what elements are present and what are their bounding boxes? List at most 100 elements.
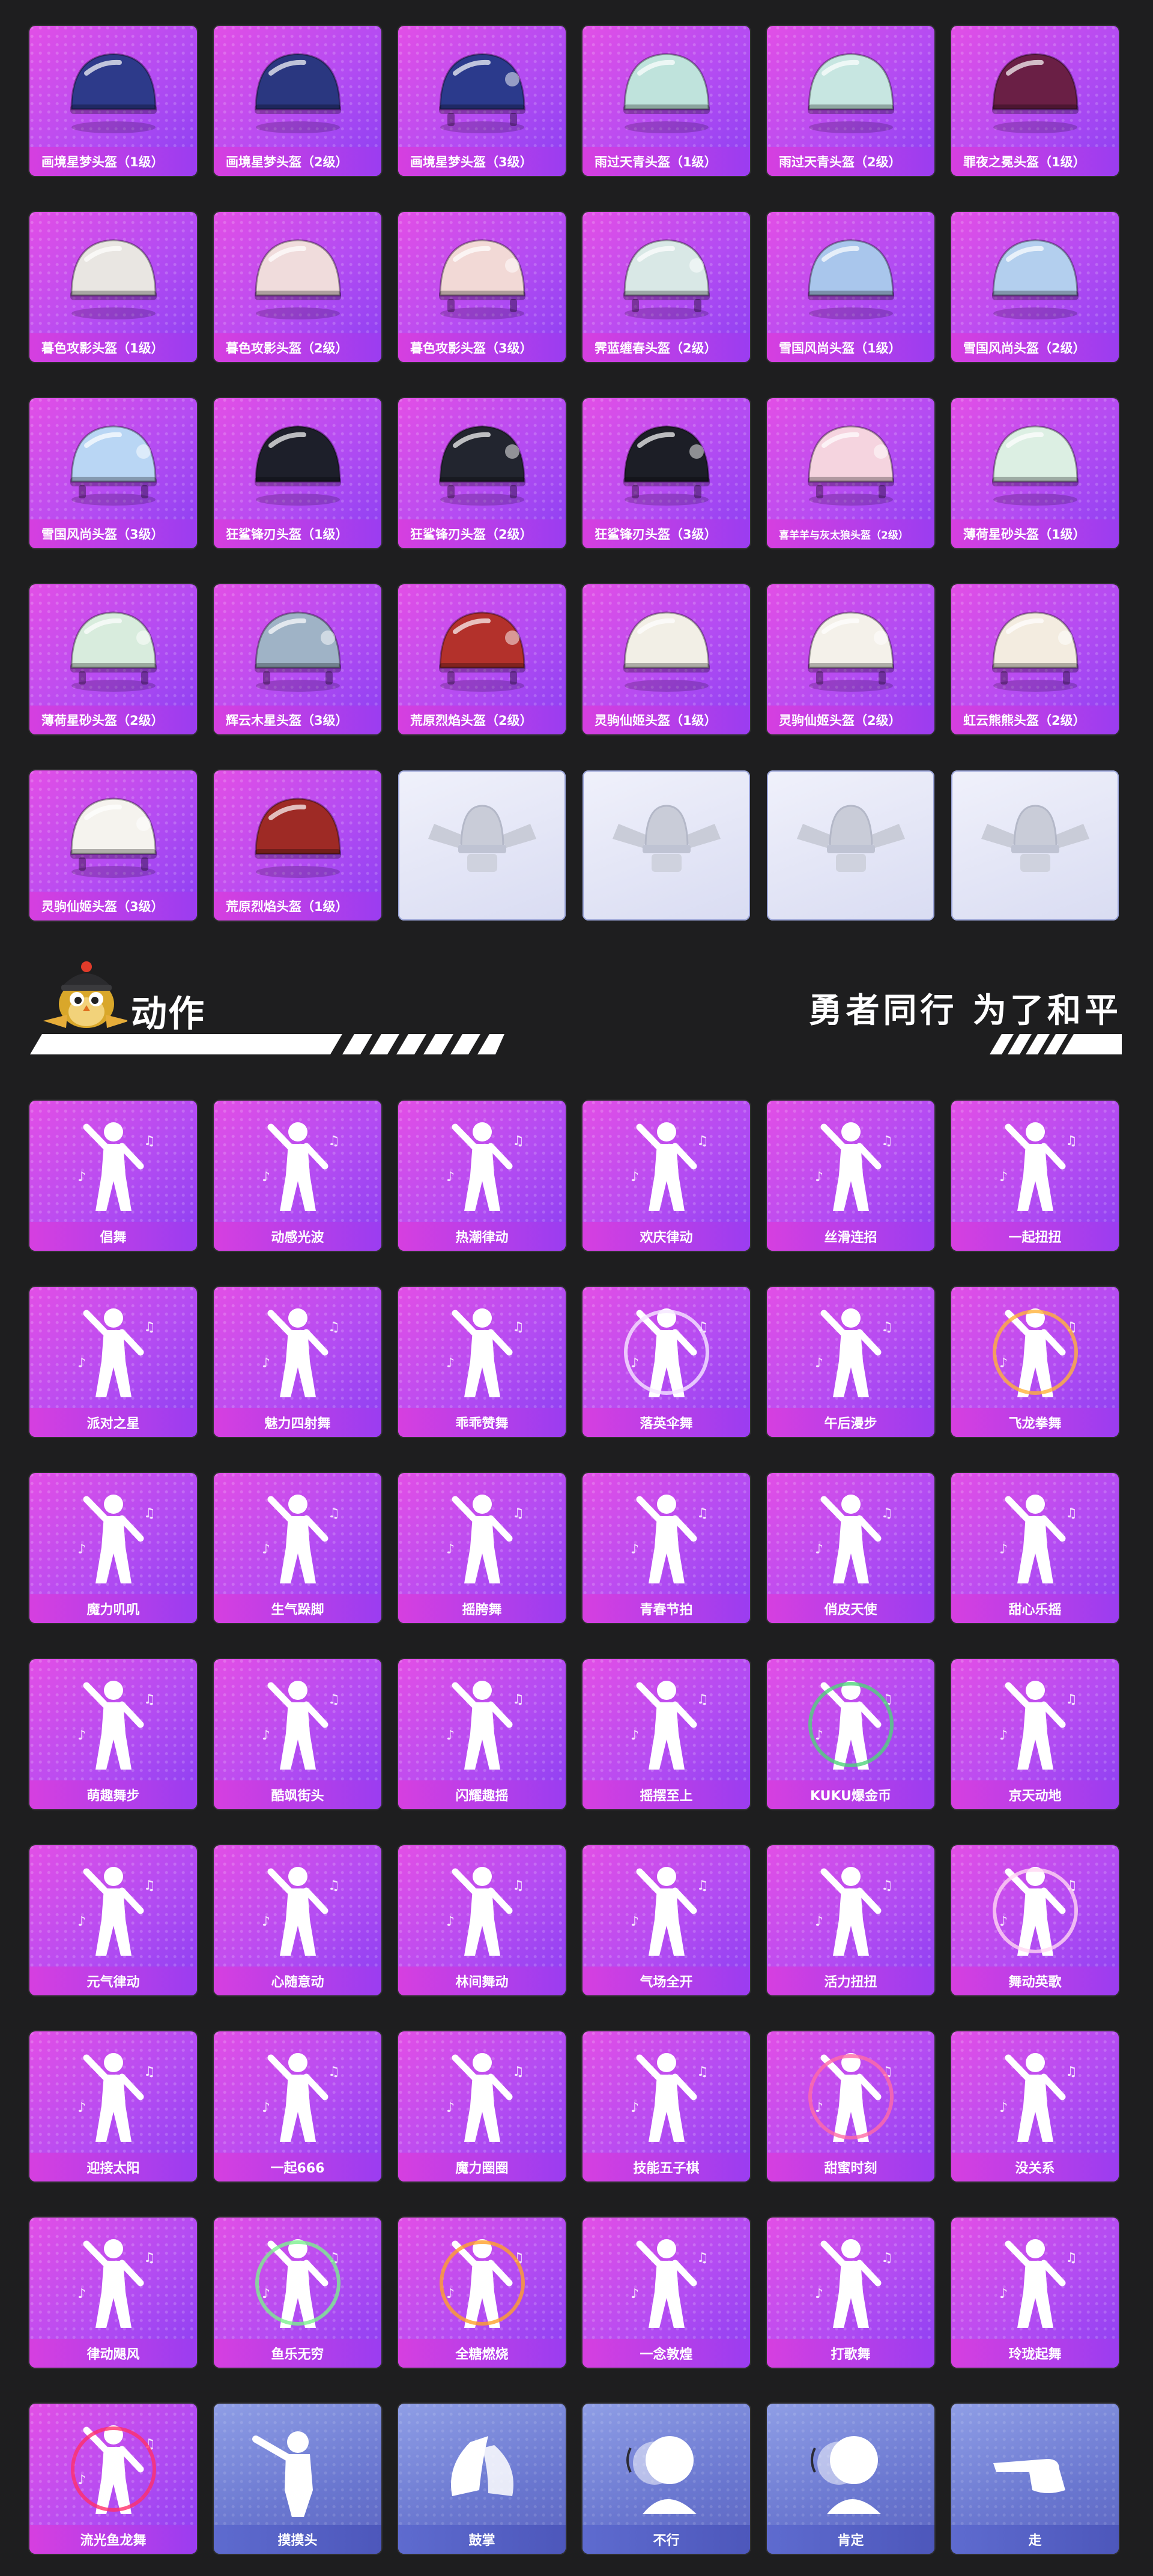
clap-hands-icon bbox=[398, 2408, 566, 2524]
helmet-card[interactable]: 雪国风尚头盔（1级） bbox=[767, 212, 934, 362]
helmet-card[interactable]: 灵驹仙姬头盔（1级） bbox=[583, 584, 750, 734]
action-card[interactable]: ♪ ♫ 动感光波 bbox=[214, 1101, 381, 1251]
helmet-card[interactable]: 暮色攻影头盔（1级） bbox=[29, 212, 197, 362]
dance-figure-icon: ♪ ♫ bbox=[583, 1478, 750, 1593]
point-hand-icon bbox=[951, 2408, 1119, 2524]
action-card[interactable]: 肯定 bbox=[767, 2404, 934, 2554]
dance-figure-icon: ♪ ♫ bbox=[214, 1478, 381, 1593]
action-label: 玲珑起舞 bbox=[951, 2339, 1119, 2368]
helmet-card[interactable]: 画境星梦头盔（2级） bbox=[214, 26, 381, 176]
action-card[interactable]: ♪ ♫ 甜心乐摇 bbox=[951, 1473, 1119, 1623]
action-card[interactable]: ♪ ♫ 鱼乐无穷 bbox=[214, 2218, 381, 2368]
action-card[interactable]: ♪ ♫ 一念敦煌 bbox=[583, 2218, 750, 2368]
helmet-card[interactable]: 雪国风尚头盔（3级） bbox=[29, 398, 197, 548]
action-label: 甜心乐摇 bbox=[951, 1594, 1119, 1623]
action-label: 丝滑连招 bbox=[767, 1222, 934, 1251]
svg-text:♪: ♪ bbox=[815, 2100, 823, 2115]
action-card[interactable]: ♪ ♫ 魔力圈圈 bbox=[398, 2031, 566, 2181]
helmet-label: 暮色攻影头盔（3级） bbox=[398, 333, 566, 362]
action-card[interactable]: ♪ ♫ 律动飓风 bbox=[29, 2218, 197, 2368]
action-card[interactable]: ♪ ♫ 摇摆至上 bbox=[583, 1659, 750, 1809]
helmet-card[interactable]: 画境星梦头盔（3级） bbox=[398, 26, 566, 176]
helmet-card[interactable]: 虹云熊熊头盔（2级） bbox=[951, 584, 1119, 734]
action-card[interactable]: 摸摸头 bbox=[214, 2404, 381, 2554]
action-card[interactable]: ♪ ♫ 打歌舞 bbox=[767, 2218, 934, 2368]
action-card[interactable]: ♪ ♫ 流光鱼龙舞 bbox=[29, 2404, 197, 2554]
helmet-card[interactable]: 雨过天青头盔（1级） bbox=[583, 26, 750, 176]
helmet-card[interactable]: 罪夜之冕头盔（1级） bbox=[951, 26, 1119, 176]
action-card[interactable]: ♪ ♫ 魅力四射舞 bbox=[214, 1287, 381, 1437]
helmet-label: 薄荷星砂头盔（1级） bbox=[951, 519, 1119, 548]
helmet-card[interactable]: 灵驹仙姬头盔（3级） bbox=[29, 770, 197, 921]
action-label: 鱼乐无穷 bbox=[214, 2339, 381, 2368]
action-card[interactable]: 鼓掌 bbox=[398, 2404, 566, 2554]
action-card[interactable]: ♪ ♫ 派对之星 bbox=[29, 1287, 197, 1437]
action-card[interactable]: 走 bbox=[951, 2404, 1119, 2554]
helmet-card[interactable]: 荒原烈焰头盔（2级） bbox=[398, 584, 566, 734]
helmet-card[interactable]: 辉云木星头盔（3级） bbox=[214, 584, 381, 734]
military-helmet-icon bbox=[583, 403, 750, 518]
action-card[interactable]: ♪ ♫ 心随意动 bbox=[214, 1845, 381, 1995]
helmet-card[interactable]: 雪国风尚头盔（2级） bbox=[951, 212, 1119, 362]
svg-text:♪: ♪ bbox=[262, 2287, 270, 2302]
action-label: 流光鱼龙舞 bbox=[29, 2525, 197, 2554]
action-card[interactable]: ♪ ♫ 午后漫步 bbox=[767, 1287, 934, 1437]
action-card[interactable]: ♪ ♫ KUKU爆金币 bbox=[767, 1659, 934, 1809]
helmet-card[interactable]: 雨过天青头盔（2级） bbox=[767, 26, 934, 176]
action-card[interactable]: ♪ ♫ 青春节拍 bbox=[583, 1473, 750, 1623]
dance-figure-icon: ♪ ♫ bbox=[951, 1478, 1119, 1593]
action-card[interactable]: ♪ ♫ 俏皮天使 bbox=[767, 1473, 934, 1623]
action-card[interactable]: ♪ ♫ 落英伞舞 bbox=[583, 1287, 750, 1437]
svg-text:♫: ♫ bbox=[144, 2251, 156, 2266]
helmet-card[interactable]: 狂鲨锋刃头盔（2级） bbox=[398, 398, 566, 548]
action-card[interactable]: ♪ ♫ 一起666 bbox=[214, 2031, 381, 2181]
helmet-card[interactable]: 画境星梦头盔（1级） bbox=[29, 26, 197, 176]
helmet-card[interactable]: 狂鲨锋刃头盔（1级） bbox=[214, 398, 381, 548]
action-card[interactable]: ♪ ♫ 林间舞动 bbox=[398, 1845, 566, 1995]
action-card[interactable]: ♪ ♫ 京天动地 bbox=[951, 1659, 1119, 1809]
helmet-card[interactable]: 荒原烈焰头盔（1级） bbox=[214, 770, 381, 921]
action-card[interactable]: ♪ ♫ 飞龙拳舞 bbox=[951, 1287, 1119, 1437]
action-card[interactable]: ♪ ♫ 欢庆律动 bbox=[583, 1101, 750, 1251]
action-card[interactable]: ♪ ♫ 活力扭扭 bbox=[767, 1845, 934, 1995]
dance-figure-icon: ♪ ♫ bbox=[951, 1105, 1119, 1221]
action-card[interactable]: ♪ ♫ 技能五子棋 bbox=[583, 2031, 750, 2181]
action-card[interactable]: ♪ ♫ 舞动英歌 bbox=[951, 1845, 1119, 1995]
action-card[interactable]: ♪ ♫ 萌趣舞步 bbox=[29, 1659, 197, 1809]
action-card[interactable]: 不行 bbox=[583, 2404, 750, 2554]
svg-text:♪: ♪ bbox=[446, 1170, 455, 1185]
action-card[interactable]: ♪ ♫ 乖乖赞舞 bbox=[398, 1287, 566, 1437]
action-card[interactable]: ♪ ♫ 摇胯舞 bbox=[398, 1473, 566, 1623]
action-card[interactable]: ♪ ♫ 热潮律动 bbox=[398, 1101, 566, 1251]
action-card[interactable]: ♪ ♫ 没关系 bbox=[951, 2031, 1119, 2181]
action-card[interactable]: ♪ ♫ 气场全开 bbox=[583, 1845, 750, 1995]
action-card[interactable]: ♪ ♫ 闪耀趣摇 bbox=[398, 1659, 566, 1809]
action-card[interactable]: ♪ ♫ 生气跺脚 bbox=[214, 1473, 381, 1623]
helmet-card[interactable]: 喜羊羊与灰太狼头盔（2级） bbox=[767, 398, 934, 548]
helmet-card[interactable]: 薄荷星砂头盔（1级） bbox=[951, 398, 1119, 548]
helmet-card[interactable]: 狂鲨锋刃头盔（3级） bbox=[583, 398, 750, 548]
action-card[interactable]: ♪ ♫ 酷飒街头 bbox=[214, 1659, 381, 1809]
action-card[interactable]: ♪ ♫ 甜蜜时刻 bbox=[767, 2031, 934, 2181]
helmet-card[interactable]: 霁蓝缠春头盔（2级） bbox=[583, 212, 750, 362]
helmet-label: 雨过天青头盔（2级） bbox=[767, 147, 934, 176]
helmet-card[interactable]: 暮色攻影头盔（3级） bbox=[398, 212, 566, 362]
helmet-card[interactable]: 灵驹仙姬头盔（2级） bbox=[767, 584, 934, 734]
action-card[interactable]: ♪ ♫ 倡舞 bbox=[29, 1101, 197, 1251]
action-card[interactable]: ♪ ♫ 一起扭扭 bbox=[951, 1101, 1119, 1251]
placeholder-card bbox=[398, 770, 566, 921]
helmet-label: 雪国风尚头盔（2级） bbox=[951, 333, 1119, 362]
helmet-card[interactable]: 暮色攻影头盔（2级） bbox=[214, 212, 381, 362]
action-card[interactable]: ♪ ♫ 玲珑起舞 bbox=[951, 2218, 1119, 2368]
helmet-icon bbox=[951, 31, 1119, 146]
helmet-card[interactable]: 薄荷星砂头盔（2级） bbox=[29, 584, 197, 734]
helmet-label: 薄荷星砂头盔（2级） bbox=[29, 706, 197, 734]
action-card[interactable]: ♪ ♫ 魔力叽叽 bbox=[29, 1473, 197, 1623]
action-card[interactable]: ♪ ♫ 全糖燃烧 bbox=[398, 2218, 566, 2368]
action-card[interactable]: ♪ ♫ 迎接太阳 bbox=[29, 2031, 197, 2181]
helmet-icon bbox=[29, 31, 197, 146]
military-helmet-icon bbox=[767, 589, 934, 704]
helmet-label: 狂鲨锋刃头盔（3级） bbox=[583, 519, 750, 548]
action-card[interactable]: ♪ ♫ 丝滑连招 bbox=[767, 1101, 934, 1251]
action-card[interactable]: ♪ ♫ 元气律动 bbox=[29, 1845, 197, 1995]
